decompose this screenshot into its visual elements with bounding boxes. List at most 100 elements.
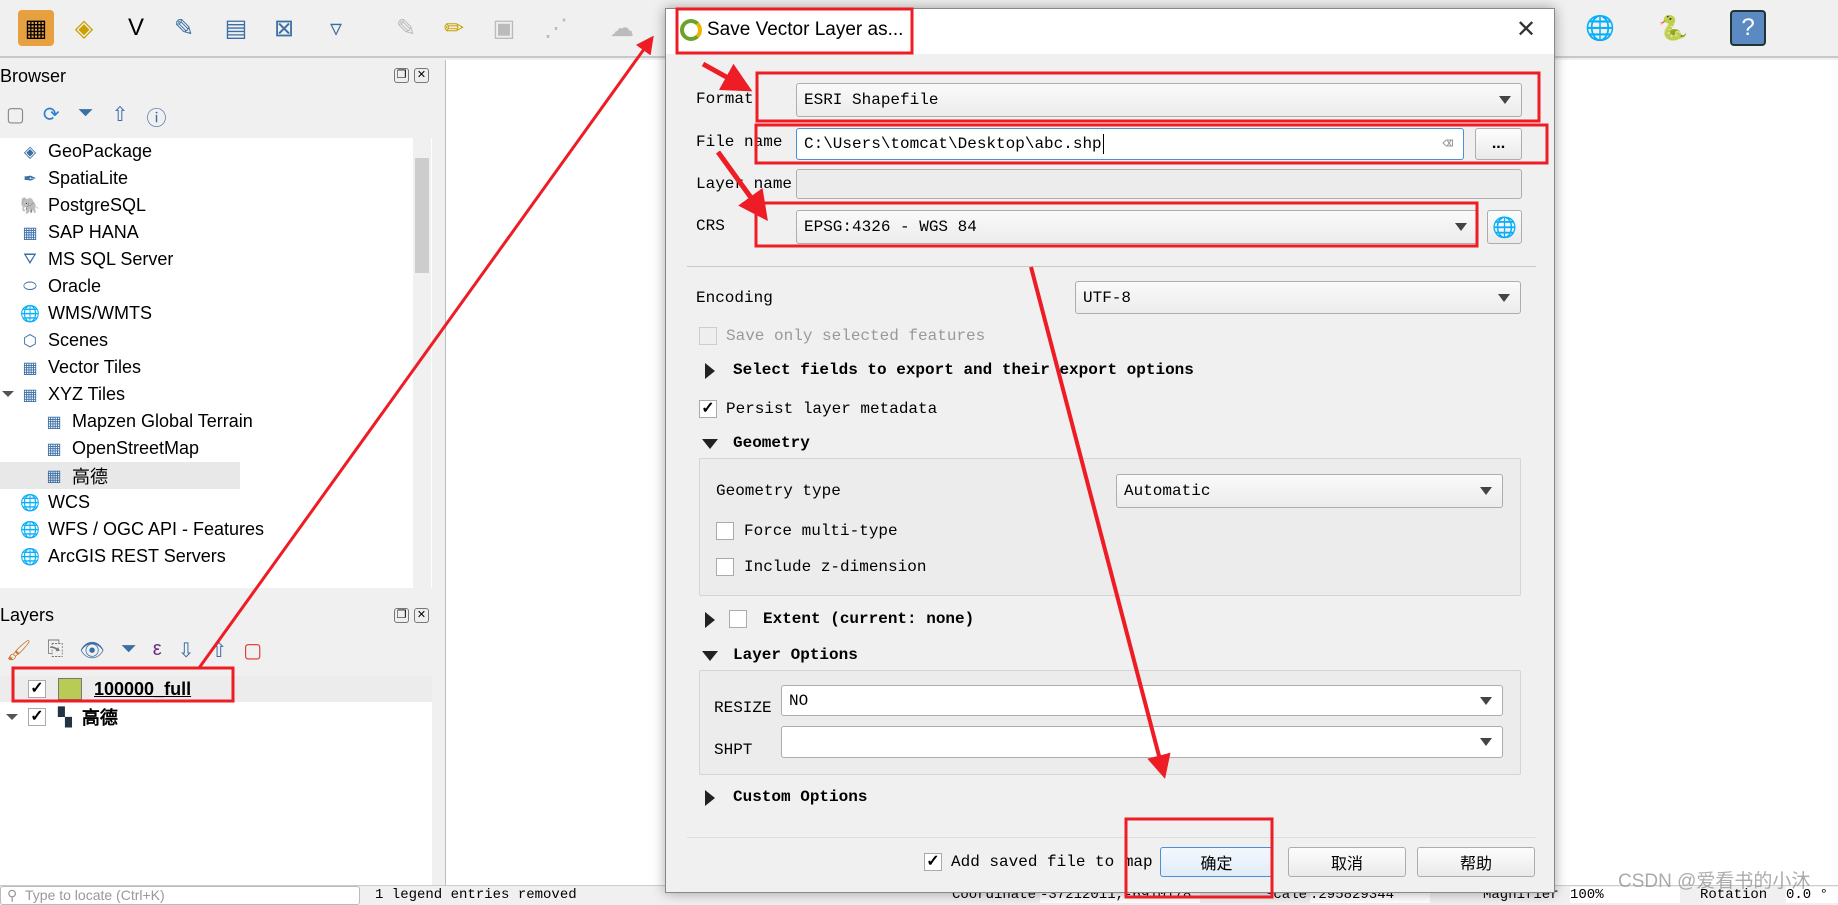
metasearch-icon[interactable]: 🌐 — [1582, 10, 1618, 46]
new-temporary-layer-icon[interactable]: ✎ — [166, 10, 202, 46]
browser-item[interactable]: 🌐 WCS — [20, 489, 90, 516]
extent-checkbox[interactable] — [729, 610, 747, 628]
save-edits-icon[interactable]: ▣ — [486, 10, 522, 46]
close-panel-icon[interactable]: ✕ — [414, 68, 429, 83]
style-icon[interactable]: 🖌 — [6, 638, 31, 663]
extent-section[interactable]: Extent (current: none) — [763, 610, 974, 628]
geometry-type-value: Automatic — [1124, 482, 1211, 500]
persist-metadata-checkbox[interactable]: ✓ — [699, 400, 717, 418]
chevron-down-icon — [1455, 223, 1467, 231]
new-mesh-layer-icon[interactable]: ⊠ — [266, 10, 302, 46]
resize-select[interactable]: NO — [781, 685, 1503, 716]
python-console-icon[interactable]: 🐍 — [1655, 10, 1691, 46]
new-virtual-layer-icon[interactable]: ▤ — [218, 10, 254, 46]
refresh-icon[interactable]: ⟳ — [43, 102, 60, 131]
browser-item[interactable]: 🌐 WFS / OGC API - Features — [20, 516, 264, 543]
crs-select[interactable]: EPSG:4326 - WGS 84 — [796, 210, 1478, 244]
add-saved-checkbox[interactable]: ✓ — [924, 853, 942, 871]
new-geopackage-layer-icon[interactable]: ▦ — [18, 10, 54, 46]
layer-item[interactable]: ✓ ▚ 高德 — [0, 704, 432, 730]
filter-icon[interactable]: ⏷ — [78, 102, 94, 131]
close-icon[interactable]: ✕ — [1516, 15, 1536, 44]
layer-options-section[interactable]: Layer Options — [733, 646, 858, 664]
ok-button[interactable]: 确定 — [1160, 847, 1273, 877]
filter-legend-icon[interactable]: ⏷ — [121, 638, 137, 663]
browser-panel: Browser ❐ ✕ ▢ ⟳ ⏷ ⇧ ⓘ ◈ GeoPackage ✒ Spatia… — [0, 60, 440, 590]
filename-input[interactable]: C:\Users\tomcat\Desktop\abc.shp ⌫ — [796, 128, 1464, 160]
add-selected-icon[interactable]: ▢ — [6, 102, 25, 131]
filename-value: C:\Users\tomcat\Desktop\abc.shp — [804, 135, 1102, 153]
collapse-all-icon[interactable]: ⇧ — [112, 102, 129, 131]
help-icon[interactable]: ? — [1730, 10, 1766, 46]
info-icon[interactable]: ⓘ — [146, 102, 166, 131]
divider — [687, 266, 1536, 267]
geometry-section[interactable]: Geometry — [733, 434, 810, 452]
toggle-editing-icon[interactable]: ✏ — [436, 10, 472, 46]
layer-visibility-checkbox[interactable]: ✓ — [28, 680, 46, 698]
expression-filter-icon[interactable]: ε — [153, 638, 162, 663]
expand-arrow-icon[interactable] — [705, 612, 715, 628]
visibility-icon[interactable]: 👁 — [79, 638, 104, 663]
save-selected-checkbox[interactable] — [699, 327, 717, 345]
expand-arrow-icon[interactable] — [705, 363, 715, 379]
xyz-tiles-icon: ▚ — [58, 706, 72, 727]
digitize-icon[interactable]: ⋰ — [538, 10, 574, 46]
locate-input[interactable]: ⚲ Type to locate (Ctrl+K) — [0, 886, 360, 905]
include-z-checkbox[interactable] — [716, 558, 734, 576]
browser-toolbar: ▢ ⟳ ⏷ ⇧ ⓘ — [6, 102, 166, 131]
browser-item[interactable]: ▦ Vector Tiles — [20, 354, 141, 381]
browser-item[interactable]: ⛛ MS SQL Server — [20, 246, 173, 273]
new-gps-layer-icon[interactable]: ▿ — [318, 10, 354, 46]
browser-item[interactable]: ◈ GeoPackage — [20, 138, 152, 165]
collapse-arrow-icon[interactable] — [702, 651, 718, 661]
layername-input[interactable] — [796, 169, 1522, 199]
add-group-icon[interactable]: ⎘ — [47, 638, 63, 663]
expand-arrow-icon[interactable] — [705, 790, 715, 806]
remove-layer-icon[interactable]: ▢ — [243, 638, 262, 663]
browser-scrollbar[interactable] — [413, 138, 431, 588]
browser-item[interactable]: ▦ XYZ Tiles — [2, 381, 125, 408]
browser-item[interactable]: ⬡ Scenes — [20, 327, 108, 354]
new-spatialite-layer-icon[interactable]: ◈ — [66, 10, 102, 46]
scrollbar-thumb[interactable] — [415, 158, 429, 273]
encoding-select[interactable]: UTF-8 — [1075, 281, 1521, 314]
add-polygon-icon[interactable]: ☁ — [604, 10, 640, 46]
browser-item[interactable]: 🌐 ArcGIS REST Servers — [20, 543, 226, 570]
clear-icon[interactable]: ⌫ — [1442, 133, 1453, 155]
custom-options-section[interactable]: Custom Options — [733, 788, 867, 806]
browser-item[interactable]: ▦ Mapzen Global Terrain — [44, 408, 253, 435]
browser-item[interactable]: ▦ SAP HANA — [20, 219, 139, 246]
format-select[interactable]: ESRI Shapefile — [796, 83, 1522, 117]
collapse-arrow-icon[interactable] — [2, 391, 14, 397]
collapse-all-icon[interactable]: ⇧ — [210, 638, 227, 663]
geometry-type-select[interactable]: Automatic — [1116, 474, 1503, 508]
browser-item-label: SAP HANA — [48, 222, 139, 242]
browser-item[interactable]: 🐘 PostgreSQL — [20, 192, 146, 219]
browser-tree: ◈ GeoPackage ✒ SpatiaLite 🐘 PostgreSQL ▦ SAP HA… — [0, 138, 432, 588]
float-panel-icon[interactable]: ❐ — [394, 608, 409, 623]
layer-item[interactable]: ✓ 100000_full — [0, 676, 432, 702]
crs-selector-button[interactable]: 🌐 — [1487, 210, 1522, 244]
cancel-button[interactable]: 取消 — [1288, 847, 1406, 877]
layer-visibility-checkbox[interactable]: ✓ — [28, 708, 46, 726]
browser-item-label: Mapzen Global Terrain — [72, 411, 253, 431]
browser-item[interactable]: ⬭ Oracle — [20, 273, 101, 300]
browser-item[interactable]: 🌐 WMS/WMTS — [20, 300, 152, 327]
shpt-select[interactable] — [781, 726, 1503, 758]
browse-button[interactable]: ... — [1475, 128, 1522, 160]
close-panel-icon[interactable]: ✕ — [414, 608, 429, 623]
help-button[interactable]: 帮助 — [1417, 847, 1535, 877]
browser-item[interactable]: ▦ 高德 — [0, 462, 240, 489]
expand-all-icon[interactable]: ⇩ — [178, 638, 195, 663]
locate-placeholder: Type to locate (Ctrl+K) — [25, 887, 165, 903]
browser-item[interactable]: ▦ OpenStreetMap — [44, 435, 199, 462]
collapse-arrow-icon[interactable] — [702, 439, 718, 449]
collapse-arrow-icon[interactable] — [6, 714, 18, 720]
wfs-icon: 🌐 — [20, 521, 40, 539]
browser-item[interactable]: ✒ SpatiaLite — [20, 165, 128, 192]
force-multi-checkbox[interactable] — [716, 522, 734, 540]
current-edits-icon[interactable]: ✎ — [388, 10, 424, 46]
select-fields-section[interactable]: Select fields to export and their export… — [733, 361, 1194, 379]
float-panel-icon[interactable]: ❐ — [394, 68, 409, 83]
new-shapefile-layer-icon[interactable]: V — [118, 10, 154, 46]
